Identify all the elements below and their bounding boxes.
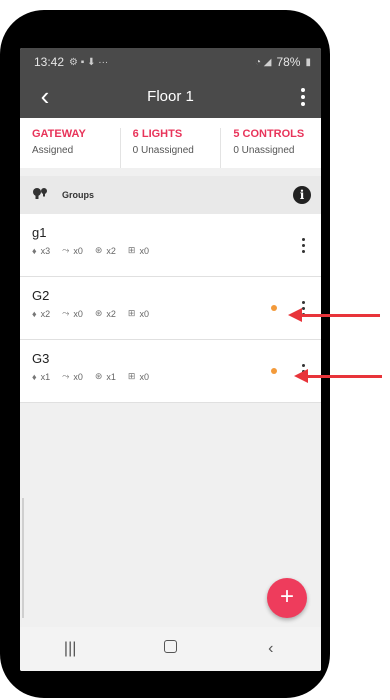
stat-lights[interactable]: 6 LIGHTS 0 Unassigned <box>119 128 221 168</box>
stat-sub: Assigned <box>32 145 74 156</box>
groups-header: Groups i <box>20 176 321 214</box>
status-time: 13:42 <box>34 55 65 69</box>
stat-controls[interactable]: 5 CONTROLS 0 Unassigned <box>220 128 321 168</box>
battery-icon: ▮ <box>305 56 311 68</box>
button-panel-icon: ⊞ <box>127 245 136 255</box>
sensors-count: x2 <box>106 308 116 319</box>
notification-icons: ⚙ ▪ ⬇ ··· <box>69 56 109 68</box>
stat-sub: 0 Unassigned <box>132 145 194 156</box>
switch-icon: ⤳ <box>62 371 70 381</box>
add-group-button[interactable]: + <box>267 578 307 618</box>
system-nav-bar: ||| ‹ <box>20 627 321 671</box>
lights-count: x3 <box>40 245 51 256</box>
switch-icon: ⤳ <box>62 308 70 318</box>
stat-label: 6 LIGHTS <box>132 128 183 140</box>
group-counts: ♦ x2 ⤳ x0 ⊛ x2 ⊞ x0 <box>32 308 149 319</box>
group-name: G3 <box>32 351 50 366</box>
buttons-count: x0 <box>139 245 149 256</box>
phone-frame: 13:42 ⚙ ▪ ⬇ ··· ◔ ◢ 78% ▮ ‹ Floor 1 GATE… <box>0 10 330 698</box>
scroll-indicator <box>22 498 24 618</box>
sensor-icon: ⊛ <box>94 308 103 318</box>
bulb-icon: ♦ <box>32 245 37 256</box>
page-title: Floor 1 <box>147 88 194 105</box>
lights-count: x2 <box>40 308 51 319</box>
stat-label: 5 CONTROLS <box>233 128 305 140</box>
group-name: g1 <box>32 225 47 240</box>
bulb-icon: ♦ <box>32 371 37 382</box>
app-bar: ‹ Floor 1 <box>20 76 321 118</box>
bulb-icon: ♦ <box>32 308 37 319</box>
group-name: G2 <box>32 288 50 303</box>
group-counts: ♦ x3 ⤳ x0 ⊛ x2 ⊞ x0 <box>32 245 149 256</box>
info-icon[interactable]: i <box>293 186 311 204</box>
group-row[interactable]: G3 ♦ x1 ⤳ x0 ⊛ x1 ⊞ x0 <box>20 340 321 403</box>
switches-count: x0 <box>73 371 83 382</box>
stat-label: GATEWAY <box>32 128 86 140</box>
overflow-menu-button[interactable] <box>293 83 313 111</box>
sensors-count: x1 <box>106 371 116 382</box>
annotation-arrow <box>288 308 380 322</box>
lights-count: x1 <box>40 371 51 382</box>
buttons-count: x0 <box>139 308 149 319</box>
button-panel-icon: ⊞ <box>127 308 136 318</box>
group-counts: ♦ x1 ⤳ x0 ⊛ x1 ⊞ x0 <box>32 371 149 382</box>
switches-count: x0 <box>73 308 83 319</box>
groups-icon <box>32 187 50 204</box>
home-icon[interactable] <box>150 640 190 658</box>
sensor-icon: ⊛ <box>94 371 103 381</box>
group-row[interactable]: g1 ♦ x3 ⤳ x0 ⊛ x2 ⊞ x0 <box>20 214 321 277</box>
status-dot <box>271 305 277 311</box>
battery-level: 78% <box>276 55 301 69</box>
group-row[interactable]: G2 ♦ x2 ⤳ x0 ⊛ x2 ⊞ x0 <box>20 277 321 340</box>
sensors-count: x2 <box>106 245 116 256</box>
group-menu-button[interactable] <box>299 233 307 257</box>
button-panel-icon: ⊞ <box>127 371 136 381</box>
annotation-arrow <box>294 369 382 383</box>
switches-count: x0 <box>73 245 83 256</box>
recent-apps-icon[interactable]: ||| <box>50 640 90 658</box>
buttons-count: x0 <box>139 371 149 382</box>
sensor-icon: ⊛ <box>94 245 103 255</box>
stats-bar: GATEWAY Assigned 6 LIGHTS 0 Unassigned 5… <box>20 118 321 168</box>
groups-title: Groups <box>62 190 95 200</box>
stat-sub: 0 Unassigned <box>233 145 295 156</box>
screen: 13:42 ⚙ ▪ ⬇ ··· ◔ ◢ 78% ▮ ‹ Floor 1 GATE… <box>20 48 321 671</box>
back-nav-icon[interactable]: ‹ <box>251 640 291 658</box>
status-bar: 13:42 ⚙ ▪ ⬇ ··· ◔ ◢ 78% ▮ <box>20 48 321 76</box>
switch-icon: ⤳ <box>62 245 70 255</box>
stat-gateway[interactable]: GATEWAY Assigned <box>20 128 120 168</box>
status-dot <box>271 368 277 374</box>
signal-icon: ◔ ◢ <box>254 56 272 68</box>
